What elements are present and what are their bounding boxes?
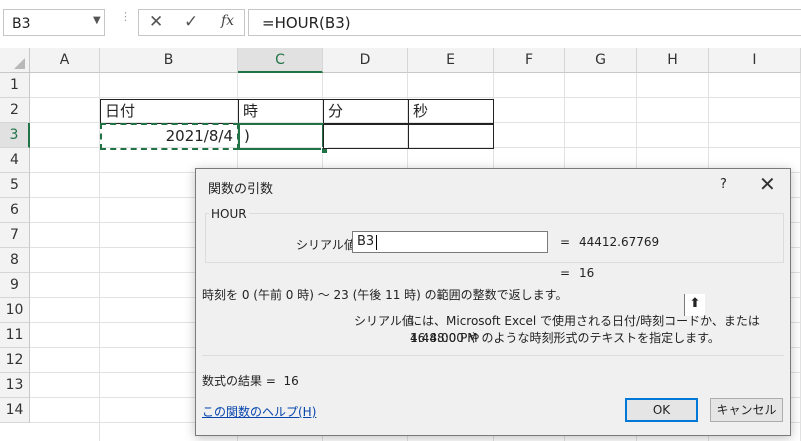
column-header-A[interactable]: A [30, 48, 100, 73]
function-arguments-dialog: 関数の引数 ? ✕ HOUR シリアル値 B3 ⬆ = 44412.67769 … [195, 168, 791, 436]
cancel-icon[interactable]: ✕ [149, 12, 163, 32]
cell-C3-active[interactable]: ) [238, 123, 324, 150]
argument-evaluated-value: 44412.67769 [579, 235, 660, 249]
row-header-4[interactable]: 4 [0, 148, 30, 173]
ok-button[interactable]: OK [625, 398, 698, 422]
drag-handle-icon[interactable]: ⋮ [120, 11, 131, 32]
chevron-down-icon[interactable]: ▼ [93, 15, 101, 26]
formula-text: =HOUR(B3) [262, 14, 351, 32]
argument-label: シリアル値 [296, 238, 356, 252]
function-help-link[interactable]: この関数のヘルプ(H) [202, 403, 316, 420]
argument-equals: = [560, 235, 571, 249]
column-header-I[interactable]: I [709, 48, 801, 73]
row-header-1[interactable]: 1 [0, 73, 30, 98]
formula-input[interactable]: =HOUR(B3) [248, 9, 801, 36]
row-header-14[interactable]: 14 [0, 398, 30, 423]
name-box[interactable]: B3 ▼ [3, 9, 105, 36]
formula-result-value: 16 [283, 374, 299, 388]
gridline-horizontal [30, 97, 801, 98]
row-header-10[interactable]: 10 [0, 298, 30, 323]
dialog-title: 関数の引数 [208, 182, 274, 197]
column-header-B[interactable]: B [100, 48, 238, 73]
argument-input[interactable]: B3 ⬆ [352, 231, 705, 316]
row-header-6[interactable]: 6 [0, 198, 30, 223]
formula-result: 数式の結果 = 16 [202, 372, 299, 389]
cell-D2[interactable]: 分 [323, 99, 409, 124]
cell-C2[interactable]: 時 [238, 99, 324, 124]
close-icon[interactable]: ✕ [759, 172, 776, 196]
function-description: 時刻を 0 (午前 0 時) ～ 23 (午後 11 時) の範囲の整数で返しま… [202, 288, 568, 302]
cell-E2[interactable]: 秒 [408, 99, 494, 124]
row-header-11[interactable]: 11 [0, 323, 30, 348]
row-header-8[interactable]: 8 [0, 248, 30, 273]
name-box-value: B3 [12, 16, 31, 32]
insert-function-icon[interactable]: fx [221, 13, 234, 29]
select-all-corner[interactable] [0, 48, 30, 73]
cell-B2[interactable]: 日付 [100, 99, 239, 124]
function-result-value: 16 [579, 266, 595, 280]
column-header-D[interactable]: D [323, 48, 408, 73]
column-header-E[interactable]: E [408, 48, 494, 73]
row-header-7[interactable]: 7 [0, 223, 30, 248]
row-header-3[interactable]: 3 [0, 123, 30, 148]
help-icon[interactable]: ? [720, 177, 727, 192]
row-header-9[interactable]: 9 [0, 273, 30, 298]
cell-B3[interactable]: 2021/8/4 [100, 123, 239, 150]
corner-triangle-icon [14, 58, 25, 69]
column-header-F[interactable]: F [494, 48, 565, 73]
column-header-G[interactable]: G [565, 48, 637, 73]
formula-buttons: ✕ ✓ fx [138, 9, 245, 36]
row-header-13[interactable]: 13 [0, 373, 30, 398]
column-header-C[interactable]: C [238, 48, 323, 73]
cancel-button[interactable]: キャンセル [710, 398, 783, 422]
function-name: HOUR [209, 207, 249, 221]
divider [202, 355, 784, 356]
enter-icon[interactable]: ✓ [184, 12, 198, 32]
row-header-12[interactable]: 12 [0, 348, 30, 373]
argument-description-line2: 4:48:00 PM のような時刻形式のテキストを指定します。 [410, 331, 720, 345]
column-header-H[interactable]: H [637, 48, 709, 73]
formula-result-label: 数式の結果 = [202, 374, 276, 388]
text-caret [376, 235, 377, 250]
argument-input-value: B3 [357, 234, 375, 249]
formula-bar: B3 ▼ ⋮ ✕ ✓ fx =HOUR(B3) [0, 0, 801, 49]
cell-E3[interactable] [408, 124, 494, 149]
row-header-2[interactable]: 2 [0, 98, 30, 123]
cell-D3[interactable] [323, 124, 409, 149]
result-equals: = [560, 266, 571, 280]
row-header-5[interactable]: 5 [0, 173, 30, 198]
argument-description-name: シリアル値 [354, 314, 414, 328]
